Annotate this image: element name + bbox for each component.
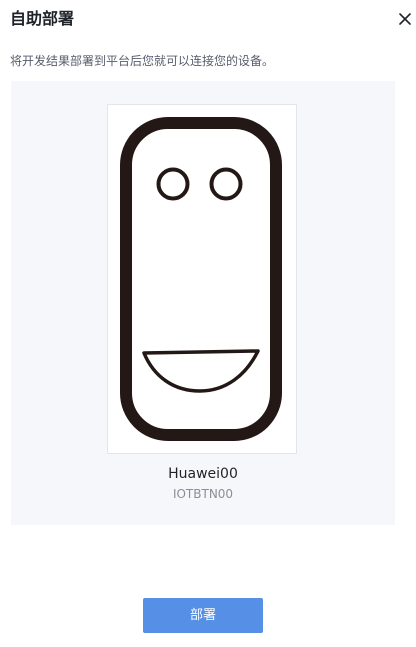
deploy-dialog: 自助部署 将开发结果部署到平台后您就可以连接您的设备。 Huawei00 IOT… <box>0 0 416 647</box>
device-face-illustration-icon <box>120 117 282 441</box>
device-image <box>107 104 297 454</box>
close-icon[interactable] <box>397 11 413 27</box>
device-panel: Huawei00 IOTBTN00 <box>11 81 395 525</box>
deploy-button[interactable]: 部署 <box>143 598 263 633</box>
device-model: IOTBTN00 <box>172 487 234 501</box>
device-name: Huawei00 <box>168 466 238 482</box>
dialog-description: 将开发结果部署到平台后您就可以连接您的设备。 <box>10 54 275 68</box>
dialog-title: 自助部署 <box>10 9 75 28</box>
